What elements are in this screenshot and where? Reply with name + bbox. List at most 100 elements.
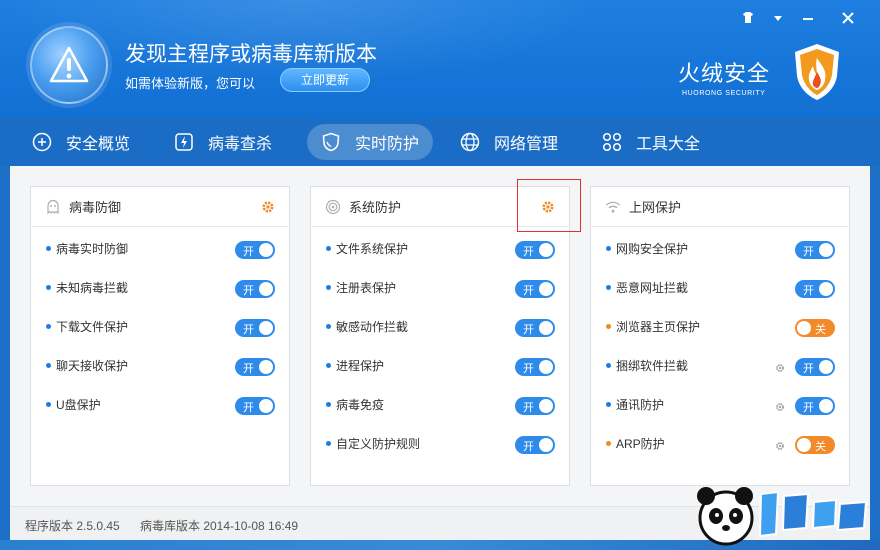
row-label: 文件系统保护 (336, 242, 409, 256)
minimize-icon[interactable] (797, 12, 819, 26)
toggle-knob (797, 321, 811, 335)
nav-tab-virus-scan[interactable]: 病毒查杀 (160, 124, 286, 160)
radar-icon (325, 199, 341, 214)
update-notice-subtitle: 如需体验新版，您可以 (125, 76, 256, 91)
tools-icon (602, 132, 622, 152)
toggle-state: 开 (523, 402, 534, 414)
list-item: U盘保护 开 (31, 383, 289, 422)
bullet-dot (606, 402, 611, 407)
toggle-switch[interactable]: 开 (235, 358, 275, 376)
toggle-knob (259, 399, 273, 413)
toggle-switch[interactable]: 开 (515, 280, 555, 298)
nav-tab-label: 安全概览 (66, 136, 131, 153)
toggle-state: 开 (243, 402, 254, 414)
toggle-switch[interactable]: 开 (235, 319, 275, 337)
list-item: 敏感动作拦截 开 (311, 305, 569, 344)
skin-icon[interactable] (737, 12, 759, 26)
bullet-dot (606, 285, 611, 290)
toggle-switch[interactable]: 开 (515, 319, 555, 337)
toggle-state: 开 (803, 363, 814, 375)
toggle-state: 开 (243, 363, 254, 375)
annotation-highlight-box (517, 179, 581, 232)
toggle-knob (539, 360, 553, 374)
brand-subtitle: HUORONG SECURITY (682, 90, 766, 97)
list-item: 病毒免疫 开 (311, 383, 569, 422)
toggle-switch[interactable]: 开 (795, 358, 835, 376)
toggle-switch[interactable]: 关 (795, 436, 835, 454)
toggle-state: 开 (803, 246, 814, 258)
brand-name: 火绒安全 (678, 61, 771, 86)
toggle-switch[interactable]: 开 (515, 397, 555, 415)
toggle-knob (819, 399, 833, 413)
toggle-knob (259, 360, 273, 374)
plus-circle-icon (32, 132, 52, 152)
toggle-state: 关 (815, 324, 826, 336)
list-item: 网购安全保护 开 (591, 227, 849, 266)
brand-logo-text: 火绒安全 HUORONG SECURITY (678, 56, 770, 97)
toggle-knob (539, 321, 553, 335)
toggle-knob (539, 399, 553, 413)
toggle-switch[interactable]: 开 (515, 358, 555, 376)
bullet-dot (46, 363, 51, 368)
toggle-state: 开 (803, 402, 814, 414)
warning-badge (30, 26, 108, 104)
list-item: 进程保护 开 (311, 344, 569, 383)
list-item: 捆绑软件拦截 开 (591, 344, 849, 383)
nav-tab-label: 病毒查杀 (208, 136, 273, 153)
header-bar: 发现主程序或病毒库新版本 如需体验新版，您可以 立即更新 火绒安全 HUORON… (0, 0, 880, 118)
toggle-knob (259, 282, 273, 296)
panel-header: 上网保护 (591, 187, 849, 227)
toggle-switch[interactable]: 开 (795, 241, 835, 259)
list-item: 未知病毒拦截 开 (31, 266, 289, 305)
bullet-dot (326, 324, 331, 329)
toggle-state: 开 (523, 441, 534, 453)
toggle-switch[interactable]: 开 (515, 241, 555, 259)
bullet-dot (46, 246, 51, 251)
nav-tab-realtime-protection[interactable]: 实时防护 (307, 124, 434, 160)
settings-gear-icon[interactable] (775, 441, 785, 451)
panel-title: 上网保护 (629, 200, 682, 215)
wifi-icon (606, 201, 620, 213)
content-area: 病毒防御 病毒实时防御开 未知病毒拦截开 下载文件保护开 聊天接收保护开 U盘保… (10, 166, 870, 506)
nav-tab-label: 实时防护 (355, 136, 420, 153)
gear-icon[interactable] (261, 200, 275, 214)
toggle-state: 开 (523, 285, 534, 297)
row-label: 病毒免疫 (336, 398, 385, 412)
close-icon[interactable] (837, 12, 859, 27)
list-item: 聊天接收保护 开 (31, 344, 289, 383)
virus-db-version: 病毒库版本 2014-10-08 16:49 (140, 519, 299, 533)
settings-gear-icon[interactable] (775, 363, 785, 373)
toggle-switch[interactable]: 开 (515, 436, 555, 454)
nav-tab-overview[interactable]: 安全概览 (18, 124, 144, 160)
toggle-switch[interactable]: 开 (795, 280, 835, 298)
toggle-knob (259, 321, 273, 335)
toggle-state: 开 (523, 246, 534, 258)
list-item: ARP防护 关 (591, 422, 849, 461)
row-label: 通讯防护 (616, 398, 665, 412)
row-label: 未知病毒拦截 (56, 281, 129, 295)
toggle-state: 开 (243, 285, 254, 297)
toggle-switch[interactable]: 开 (235, 241, 275, 259)
toggle-knob (259, 243, 273, 257)
update-notice-title: 发现主程序或病毒库新版本 (125, 43, 377, 66)
toggle-switch[interactable]: 开 (235, 397, 275, 415)
row-label: 敏感动作拦截 (336, 320, 409, 334)
settings-gear-icon[interactable] (775, 402, 785, 412)
update-now-button[interactable]: 立即更新 (280, 68, 370, 92)
toggle-switch[interactable]: 关 (795, 319, 835, 337)
bullet-dot (326, 441, 331, 446)
row-label: 浏览器主页保护 (616, 320, 701, 334)
bullet-dot (46, 285, 51, 290)
toggle-switch[interactable]: 开 (235, 280, 275, 298)
nav-tab-tools[interactable]: 工具大全 (588, 124, 714, 160)
nav-tab-network[interactable]: 网络管理 (446, 124, 572, 160)
row-label: 捆绑软件拦截 (616, 359, 689, 373)
toggle-state: 开 (243, 324, 254, 336)
bullet-dot (326, 246, 331, 251)
shield-icon (322, 132, 340, 152)
toggle-switch[interactable]: 开 (795, 397, 835, 415)
list-item: 通讯防护 开 (591, 383, 849, 422)
panel-web-protection: 上网保护 网购安全保护开 恶意网址拦截开 浏览器主页保护关 捆绑软件拦截 开 通… (590, 186, 850, 486)
menu-icon[interactable] (767, 12, 789, 26)
row-label: 病毒实时防御 (56, 242, 129, 256)
